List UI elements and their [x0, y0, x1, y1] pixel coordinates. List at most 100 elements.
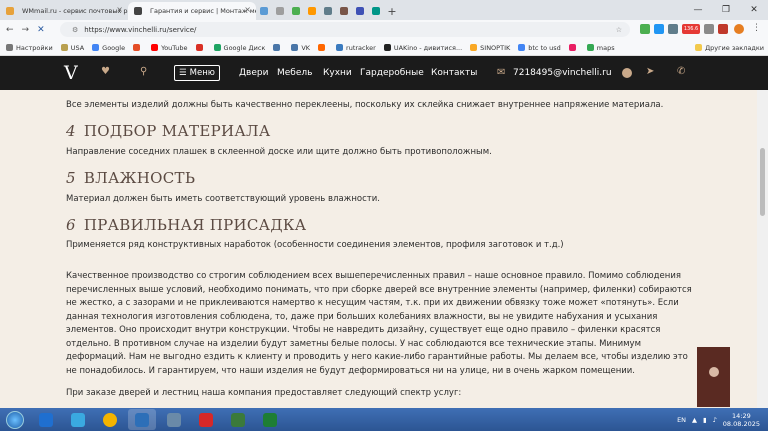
- new-tab-button[interactable]: +: [384, 2, 400, 20]
- minimize-icon[interactable]: —: [684, 0, 712, 20]
- profile-icon[interactable]: [734, 24, 744, 34]
- volume-icon[interactable]: ♪: [713, 416, 717, 424]
- bookmark-label: SINOPTIK: [480, 43, 511, 52]
- bookmark-item[interactable]: SINOPTIK: [470, 44, 510, 52]
- tab-title: Гарантия и сервис | Монтаж меж: [150, 7, 256, 15]
- extension-icon[interactable]: [668, 24, 678, 34]
- section-heading-4: 4 ПОДБОР МАТЕРИАЛА: [66, 122, 270, 140]
- bookmarks-bar: Настройки USA Google YouTube Google Диск…: [0, 40, 768, 56]
- bookmark-item[interactable]: [273, 44, 283, 51]
- other-bookmarks[interactable]: Другие закладки: [695, 44, 764, 52]
- browser-tab-mini[interactable]: [336, 2, 352, 20]
- nav-contacts[interactable]: Контакты: [431, 68, 477, 78]
- menu-button[interactable]: ☰ Меню: [174, 65, 220, 81]
- nav-kitchens[interactable]: Кухни: [323, 68, 352, 78]
- bookmark-favicon-icon: [273, 44, 281, 51]
- bookmark-label: rutracker: [346, 43, 376, 52]
- section-number: 4: [66, 122, 76, 140]
- maximize-icon[interactable]: ❐: [712, 0, 740, 20]
- section-title: ПРАВИЛЬНАЯ ПРИСАДКА: [83, 216, 307, 234]
- browser-tab-mini[interactable]: [320, 2, 336, 20]
- clock[interactable]: 14:29 08.08.2025: [723, 412, 760, 428]
- address-bar-row: ← → ✕ ⚙ https://www.vinchelli.ru/service…: [0, 20, 768, 40]
- url-field[interactable]: ⚙ https://www.vinchelli.ru/service/ ☆: [60, 22, 630, 37]
- app-icon: [39, 412, 53, 427]
- bookmark-item[interactable]: Google: [92, 44, 125, 52]
- whatsapp-icon[interactable]: [622, 68, 632, 78]
- bookmark-favicon-icon: [568, 44, 576, 51]
- vk-icon: [291, 44, 299, 51]
- extension-icon[interactable]: [640, 24, 650, 34]
- scrollbar[interactable]: [757, 90, 768, 408]
- bookmark-favicon-icon: [133, 44, 141, 51]
- email-link[interactable]: 7218495@vinchelli.ru: [513, 68, 612, 78]
- browser-tab-mini[interactable]: [288, 2, 304, 20]
- nav-doors[interactable]: Двери: [239, 68, 268, 78]
- taskbar-app[interactable]: [224, 409, 252, 430]
- close-window-icon[interactable]: ✕: [740, 0, 768, 20]
- bookmark-item[interactable]: Настройки: [6, 44, 53, 52]
- chat-widget-button[interactable]: [697, 347, 730, 407]
- taskbar-app[interactable]: [32, 409, 60, 430]
- paragraph: Все элементы изделий должны быть качеств…: [66, 100, 664, 110]
- extension-badge-icon[interactable]: 136.6: [682, 24, 700, 34]
- taskbar-app[interactable]: [160, 409, 188, 430]
- menu-dots-icon[interactable]: ⋮: [752, 23, 761, 33]
- app-icon: [71, 412, 85, 427]
- window-controls: — ❐ ✕: [684, 0, 768, 20]
- browser-tab-vinchelli[interactable]: Гарантия и сервис | Монтаж меж ×: [128, 2, 256, 20]
- browser-tab-mini[interactable]: [304, 2, 320, 20]
- close-icon[interactable]: ×: [244, 5, 251, 14]
- vinchelli-favicon-icon: [134, 7, 142, 15]
- browser-tab-wmmail[interactable]: WMmail.ru - сервис почтовых ра ×: [0, 2, 128, 20]
- bookmark-item[interactable]: rutracker: [336, 44, 376, 52]
- bookmark-item[interactable]: [133, 44, 143, 51]
- extension-icon[interactable]: [654, 24, 664, 34]
- extension-icon[interactable]: [718, 24, 728, 34]
- bookmark-item[interactable]: [568, 44, 579, 51]
- browser-tab-mini[interactable]: [368, 2, 384, 20]
- nav-wardrobes[interactable]: Гардеробные: [360, 68, 424, 78]
- taskbar-app[interactable]: [96, 409, 124, 430]
- browser-tab-mini[interactable]: [256, 2, 272, 20]
- network-icon[interactable]: ▮: [703, 416, 707, 424]
- site-logo[interactable]: V: [64, 62, 78, 84]
- bookmark-label: USA: [70, 43, 85, 52]
- bookmark-item[interactable]: VK: [291, 44, 310, 52]
- bookmark-item[interactable]: [195, 44, 206, 51]
- scrollbar-thumb[interactable]: [760, 148, 765, 216]
- page-content: Все элементы изделий должны быть качеств…: [0, 90, 757, 408]
- site-header: V ♥ ⚲ ☰ Меню Двери Мебель Кухни Гардероб…: [0, 56, 768, 90]
- site-info-icon[interactable]: ⚙: [72, 26, 78, 34]
- search-icon[interactable]: ⚲: [140, 66, 147, 77]
- taskbar-app[interactable]: [64, 409, 92, 430]
- gmail-icon: [195, 44, 203, 51]
- close-icon[interactable]: ×: [116, 5, 123, 14]
- browser-tab-mini[interactable]: [272, 2, 288, 20]
- bookmark-item[interactable]: Google Диск: [213, 44, 265, 52]
- start-button[interactable]: [0, 408, 30, 431]
- forward-icon[interactable]: →: [22, 25, 30, 35]
- bookmark-item[interactable]: btc to usd: [518, 44, 561, 52]
- nav-furniture[interactable]: Мебель: [277, 68, 312, 78]
- telegram-icon[interactable]: ➤: [646, 66, 654, 77]
- bookmark-item[interactable]: UAKino - дивитися...: [383, 44, 462, 52]
- tray-arrow-icon[interactable]: ▲: [692, 416, 697, 424]
- heart-icon[interactable]: ♥: [101, 66, 110, 77]
- back-icon[interactable]: ←: [6, 25, 14, 35]
- taskbar-app[interactable]: [128, 409, 156, 430]
- bookmark-item[interactable]: [318, 44, 328, 51]
- phone-icon[interactable]: ✆: [677, 66, 685, 77]
- browser-tab-mini[interactable]: [352, 2, 368, 20]
- bookmark-star-icon[interactable]: ☆: [616, 26, 622, 34]
- bookmark-label: YouTube: [161, 43, 188, 52]
- language-indicator[interactable]: EN: [677, 416, 686, 424]
- taskbar-app[interactable]: [256, 409, 284, 430]
- bookmark-item[interactable]: USA: [60, 43, 85, 52]
- bookmark-item[interactable]: YouTube: [151, 43, 188, 52]
- stop-icon[interactable]: ✕: [37, 25, 45, 35]
- bookmark-item[interactable]: maps: [586, 44, 615, 52]
- chrome-icon: [103, 412, 117, 427]
- puzzle-icon[interactable]: [704, 24, 714, 34]
- taskbar-app[interactable]: [192, 409, 220, 430]
